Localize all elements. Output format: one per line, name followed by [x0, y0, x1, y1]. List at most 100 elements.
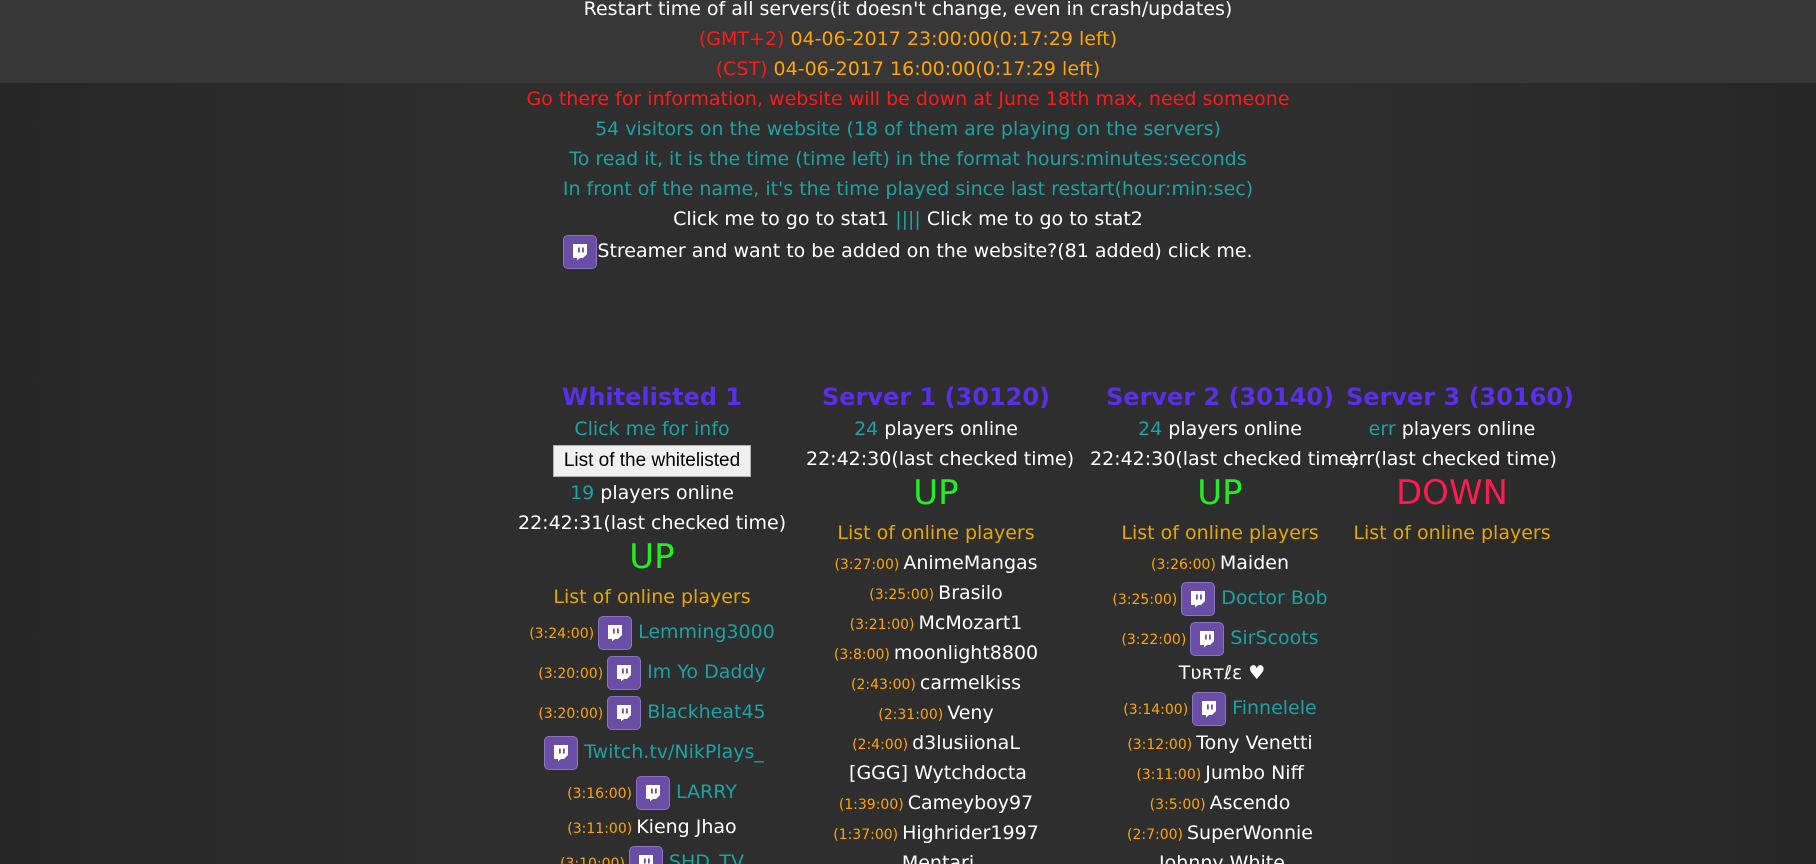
player-row: (3:5:00) Ascendo — [1090, 788, 1350, 818]
player-row[interactable]: (3:14:00) Finnelele — [1090, 688, 1350, 728]
streamer-signup-link[interactable]: Streamer and want to be added on the web… — [0, 233, 1816, 269]
twitch-icon[interactable] — [628, 845, 663, 864]
players-label: players online — [1162, 418, 1302, 440]
name-hint: In front of the name, it's the time play… — [562, 178, 1254, 200]
player-name: [GGG] Wytchdocta — [849, 762, 1027, 784]
player-row: (1:39:00) Cameyboy97 — [806, 788, 1066, 818]
player-stream-link[interactable]: Twitch.tv/NikPlays_ — [584, 741, 764, 763]
player-time: (2:7:00) — [1126, 827, 1183, 843]
player-row[interactable]: (3:16:00) LARRY — [518, 772, 786, 812]
online-list-label: List of online players — [553, 586, 751, 608]
player-name: Tʋʀтℓɛ ♥ — [1178, 662, 1266, 684]
player-stream-link[interactable]: Im Yo Daddy — [647, 661, 766, 683]
player-row[interactable]: (3:20:00) Blackheat45 — [518, 692, 786, 732]
player-name: Jumbo Niff — [1205, 762, 1304, 784]
visitors-text: visitors on the website (18 of them are … — [619, 118, 1221, 140]
player-stream-link[interactable]: SHD_TV — [669, 851, 744, 864]
whitelist-button[interactable]: List of the whitelisted — [552, 445, 752, 477]
player-time: (3:11:00) — [1136, 767, 1202, 783]
player-row[interactable]: (3:25:00) Doctor Bob — [1090, 578, 1350, 618]
server-whitelisted-1: Whitelisted 1 Click me for info List of … — [518, 380, 786, 864]
player-time: (3:21:00) — [849, 617, 915, 633]
player-stream-link[interactable]: Lemming3000 — [638, 621, 775, 643]
player-row: Tʋʀтℓɛ ♥ — [1090, 658, 1350, 688]
last-checked: err(last checked time) — [1347, 448, 1557, 470]
players-count: 24 — [1138, 418, 1163, 440]
player-stream-link[interactable]: Blackheat45 — [647, 701, 765, 723]
player-name: AnimeMangas — [903, 552, 1038, 574]
player-row: (2:31:00) Veny — [806, 698, 1066, 728]
player-row: (3:12:00) Tony Venetti — [1090, 728, 1350, 758]
info-notice-link[interactable]: Go there for information, website will b… — [0, 87, 1816, 111]
player-name: Kieng Jhao — [636, 816, 737, 838]
player-time: (3:12:00) — [1127, 737, 1193, 753]
players-online: 24 players online — [806, 414, 1066, 444]
twitch-icon — [563, 234, 598, 269]
server-status: UP — [1197, 473, 1243, 513]
twitch-icon[interactable] — [636, 775, 671, 810]
player-row: (3:26:00) Maiden — [1090, 548, 1350, 578]
player-row: (2:7:00) SuperWonnie — [1090, 818, 1350, 848]
player-time: (3:8:00) — [833, 647, 890, 663]
twitch-icon[interactable] — [544, 735, 579, 770]
player-time: (3:25:00) — [1112, 592, 1178, 608]
player-name: McMozart1 — [918, 612, 1023, 634]
player-row[interactable]: (3:10:00) SHD_TV — [518, 842, 786, 864]
players-count: err — [1368, 418, 1396, 440]
player-time: (3:16:00) — [567, 786, 633, 802]
twitch-icon[interactable] — [598, 615, 633, 650]
player-stream-link[interactable]: SirScoots — [1230, 627, 1318, 649]
cst-time: 04-06-2017 16:00:00(0:17:29 left) — [767, 58, 1101, 80]
player-time: (3:14:00) — [1123, 702, 1189, 718]
online-list-label: List of online players — [1121, 522, 1319, 544]
server-1: Server 1 (30120) 24 players online 22:42… — [806, 380, 1074, 864]
player-name: carmelkiss — [919, 672, 1022, 694]
player-stream-link[interactable]: Finnelele — [1232, 697, 1317, 719]
stat-links: Click me to go to stat1 |||| Click me to… — [0, 207, 1816, 231]
read-hint: To read it, it is the time (time left) i… — [569, 148, 1247, 170]
cst-restart-time: (CST) 04-06-2017 16:00:00(0:17:29 left) — [0, 57, 1816, 81]
cst-prefix: (CST) — [715, 58, 768, 80]
player-name: Tony Venetti — [1196, 732, 1313, 754]
twitch-icon[interactable] — [1190, 621, 1225, 656]
player-row: (3:11:00) Kieng Jhao — [518, 812, 786, 842]
player-name: Veny — [947, 702, 994, 724]
twitch-icon[interactable] — [1192, 691, 1227, 726]
player-time: (2:43:00) — [850, 677, 916, 693]
twitch-icon[interactable] — [607, 695, 642, 730]
player-time: (3:5:00) — [1149, 797, 1206, 813]
player-time: (3:25:00) — [869, 587, 935, 603]
player-row: Mentari — [806, 848, 1066, 864]
stat-separator: |||| — [895, 208, 921, 230]
player-row[interactable]: (3:20:00) Im Yo Daddy — [518, 652, 786, 692]
players-label: players online — [594, 482, 734, 504]
twitch-icon[interactable] — [607, 655, 642, 690]
server-title: Server 1 (30120) — [822, 383, 1050, 411]
player-stream-link[interactable]: LARRY — [676, 781, 737, 803]
player-time: (3:11:00) — [567, 821, 633, 837]
info-link[interactable]: Click me for info — [518, 414, 786, 444]
player-time: (3:10:00) — [560, 856, 625, 864]
player-row[interactable]: Twitch.tv/NikPlays_ — [518, 732, 786, 772]
gmt-time: 04-06-2017 23:00:00(0:17:29 left) — [784, 28, 1118, 50]
player-time: (3:20:00) — [538, 666, 604, 682]
last-checked: 22:42:30(last checked time) — [1090, 448, 1359, 470]
twitch-icon[interactable] — [1181, 581, 1216, 616]
visitors-count: 54 — [595, 118, 620, 140]
stat1-link[interactable]: Click me to go to stat1 — [673, 208, 895, 230]
player-name: Ascendo — [1209, 792, 1291, 814]
online-list-label: List of online players — [1353, 522, 1551, 544]
player-time: (2:4:00) — [852, 737, 909, 753]
player-row: (2:4:00) d3lusiionaL — [806, 728, 1066, 758]
stat2-link[interactable]: Click me to go to stat2 — [921, 208, 1143, 230]
whitelist-button-wrap: List of the whitelisted — [518, 444, 786, 478]
player-row[interactable]: (3:24:00) Lemming3000 — [518, 612, 786, 652]
server-2: Server 2 (30140) 24 players online 22:42… — [1090, 380, 1359, 864]
player-time: (3:27:00) — [834, 557, 900, 573]
gmt-restart-time: (GMT+2) 04-06-2017 23:00:00(0:17:29 left… — [0, 27, 1816, 51]
streamer-text: Streamer and want to be added on the web… — [597, 240, 1253, 262]
player-time: (3:24:00) — [529, 626, 595, 642]
player-stream-link[interactable]: Doctor Bob — [1221, 587, 1327, 609]
player-row[interactable]: (3:22:00) SirScoots — [1090, 618, 1350, 658]
player-time: (3:20:00) — [538, 706, 604, 722]
